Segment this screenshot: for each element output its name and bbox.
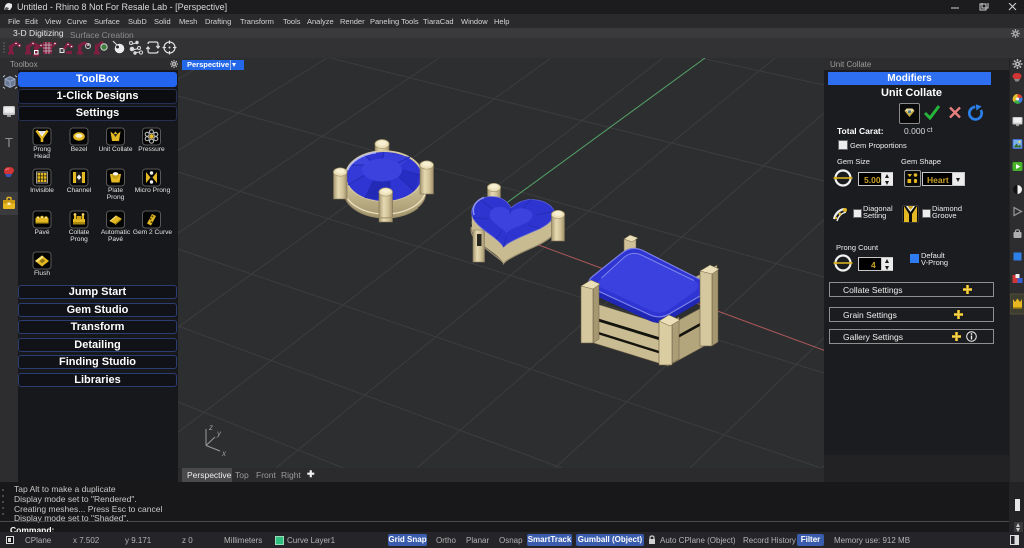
svg-text:x: x <box>221 449 227 458</box>
svg-text:z: z <box>208 423 213 432</box>
svg-text:T: T <box>5 135 13 150</box>
svg-text:y: y <box>216 429 222 438</box>
